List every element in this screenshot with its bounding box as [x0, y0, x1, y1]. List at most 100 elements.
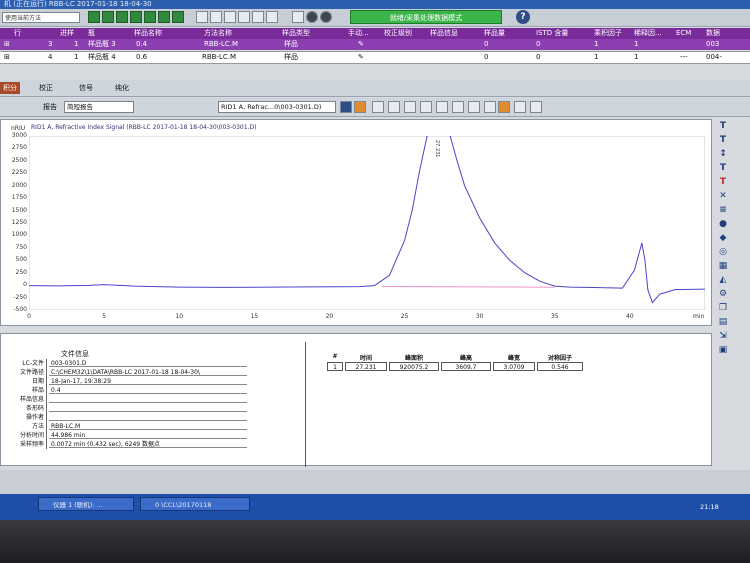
sequence-table-icon[interactable]	[196, 11, 208, 23]
list-tool-icon[interactable]: ≡	[717, 205, 729, 216]
clear-icon[interactable]: ✕	[717, 191, 729, 202]
tab-calibration[interactable]: 校正	[36, 82, 56, 94]
window-title: RBB-LC 2017-01-18 18-04-30	[48, 0, 152, 8]
chart-title: RID1 A, Refractive Index Signal (RBB-LC …	[31, 124, 257, 131]
prev-icon[interactable]	[102, 11, 114, 23]
export-icon[interactable]: ⇲	[717, 331, 729, 342]
play-icon[interactable]	[144, 11, 156, 23]
tab-signal[interactable]: 信号	[76, 82, 96, 94]
arrow-icon[interactable]	[292, 11, 304, 23]
info-row: 操作者	[9, 413, 251, 422]
info-row: 样品信息	[9, 395, 251, 404]
dropdown-arrow-icon[interactable]	[340, 101, 352, 113]
info-label: 日期	[9, 377, 47, 386]
table-row[interactable]: ⊞ 4 1 样品瓶 4 0.6 RBB-LC.M 样品 ✎ 0 0 1 1 --…	[0, 51, 750, 64]
color-icon[interactable]: ◆	[717, 233, 729, 244]
col-header: 瓶	[88, 29, 95, 37]
y-tick-label: 250	[15, 268, 27, 276]
info-value: 0.4	[49, 386, 247, 394]
tab-integration[interactable]: 积分	[0, 82, 20, 94]
mode-banner: 就绪/采集处理数据模式	[350, 10, 502, 24]
chromatogram-plot[interactable]: 27.231	[29, 136, 705, 310]
first-icon[interactable]	[88, 11, 100, 23]
peak-icon[interactable]	[420, 101, 432, 113]
result-header: 时间	[359, 355, 372, 362]
scale-icon[interactable]: ◭	[717, 275, 729, 286]
taskbar-item-folder[interactable]: 0 \CCL\20170118	[140, 497, 250, 511]
grid-icon[interactable]	[224, 11, 236, 23]
result-cell: 920075.2	[389, 362, 439, 371]
signal-select[interactable]: RID1 A, Refrac...0\003-0301.D)	[218, 101, 336, 113]
text-tool-icon[interactable]: T	[717, 121, 729, 132]
folder-icon[interactable]: ▤	[717, 317, 729, 328]
shoulder-icon[interactable]	[484, 101, 496, 113]
zoom-in-icon[interactable]	[372, 101, 384, 113]
col-header: 乘积因子	[594, 29, 622, 37]
text-tool-icon[interactable]: T	[717, 177, 729, 188]
row-expand-icon[interactable]: ⊞	[4, 52, 16, 63]
list-icon[interactable]	[266, 11, 278, 23]
info-row: 方法 RBB-LC.M	[9, 422, 251, 431]
col-header: 样品名称	[134, 29, 162, 37]
view-tabs: 积分 校正 信号 纯化	[0, 80, 750, 97]
text-tool-icon[interactable]: T	[717, 163, 729, 174]
chromatogram-panel[interactable]: RID1 A, Refractive Index Signal (RBB-LC …	[0, 119, 712, 326]
undo-icon[interactable]	[530, 101, 542, 113]
rewind-icon[interactable]	[116, 11, 128, 23]
info-value: 0.0072 min (0.432 sec), 6249 数据点	[49, 440, 247, 448]
y-tick-label: 1750	[11, 194, 27, 202]
overlay-icon[interactable]: ◎	[717, 247, 729, 258]
table-row[interactable]: ⊞ 3 1 样品瓶 3 0.4 RBB-LC.M 样品 ✎ 0 0 1 1 00…	[0, 39, 750, 50]
info-label: 条形码	[9, 404, 47, 413]
y-tick-label: 2250	[11, 169, 27, 177]
text-tool-icon[interactable]: T	[717, 135, 729, 146]
info-row: 采样频率 0.0072 min (0.432 sec), 6249 数据点	[9, 440, 251, 449]
plot-frame	[29, 136, 705, 310]
settings-icon[interactable]: ⚙	[717, 289, 729, 300]
table-cell: 0.4	[136, 40, 148, 48]
save-icon[interactable]: ▣	[717, 345, 729, 356]
analysis-toolbar: 报告 简短报告 RID1 A, Refrac...0\003-0301.D)	[0, 98, 750, 117]
edit-icon[interactable]: ✎	[358, 39, 368, 50]
edit-icon[interactable]: ✎	[358, 52, 368, 63]
baseline-icon[interactable]	[404, 101, 416, 113]
title-prefix: 机 (正在运行)	[4, 0, 47, 8]
result-cell: 1	[327, 362, 343, 371]
integrate-icon[interactable]	[354, 101, 366, 113]
delete-peak-icon[interactable]	[498, 101, 510, 113]
table-cell: 003	[706, 40, 720, 48]
help-icon[interactable]: ?	[516, 10, 530, 24]
result-header: 峰高	[459, 355, 472, 362]
taskbar-item-instrument[interactable]: 仪器 1 (联机): ...	[38, 497, 134, 511]
table-cell: 3	[48, 40, 53, 48]
tab-purify[interactable]: 纯化	[112, 82, 132, 94]
baseline-trace	[381, 286, 555, 288]
scissors-icon[interactable]	[514, 101, 526, 113]
copy-icon[interactable]: ❐	[717, 303, 729, 314]
table-cell: 0	[484, 53, 489, 61]
print-icon[interactable]	[238, 11, 250, 23]
stop-icon[interactable]	[306, 11, 318, 23]
arrow-tool-icon[interactable]: ↕	[717, 149, 729, 160]
method-select[interactable]: 使用当前方法	[2, 12, 80, 23]
mark-icon[interactable]: ●	[717, 219, 729, 230]
y-axis-unit: nRIU	[11, 125, 26, 132]
layout-icon[interactable]	[252, 11, 264, 23]
split-peak-icon[interactable]	[436, 101, 448, 113]
signal-trace	[29, 136, 705, 304]
step-forward-icon[interactable]	[158, 11, 170, 23]
pause-icon[interactable]	[172, 11, 184, 23]
tangent-icon[interactable]	[452, 101, 464, 113]
table-cell: ---	[680, 53, 688, 61]
info-row: 样品 0.4	[9, 386, 251, 395]
row-expand-icon[interactable]: ⊞	[4, 39, 16, 50]
image-icon[interactable]: ▦	[717, 261, 729, 272]
table-icon[interactable]	[210, 11, 222, 23]
x-axis-unit: min	[693, 313, 705, 320]
zoom-out-icon[interactable]	[388, 101, 400, 113]
step-back-icon[interactable]	[130, 11, 142, 23]
report-select[interactable]: 简短报告	[64, 101, 134, 113]
col-header: 进样	[60, 29, 74, 37]
negative-peak-icon[interactable]	[468, 101, 480, 113]
pause-circle-icon[interactable]	[320, 11, 332, 23]
